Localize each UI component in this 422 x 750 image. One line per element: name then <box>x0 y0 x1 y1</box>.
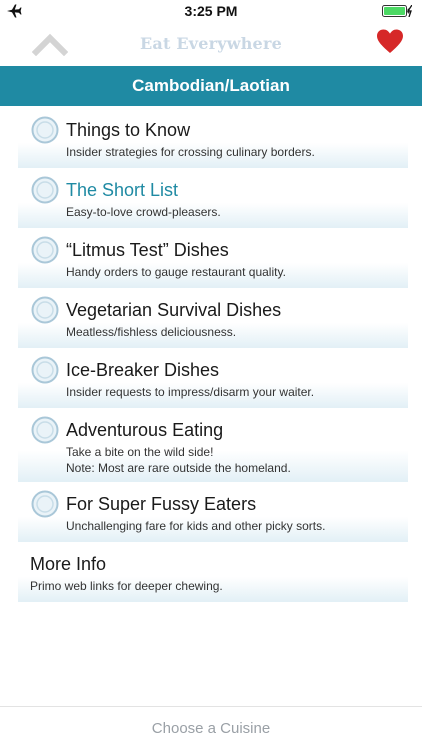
menu-item-subtitle: Take a bite on the wild side! Note: Most… <box>66 444 291 476</box>
navigation-bar: Eat Everywhere <box>0 22 422 66</box>
choose-cuisine-button[interactable]: Choose a Cuisine <box>0 706 422 750</box>
menu-item-label: “Litmus Test” Dishes <box>66 240 229 260</box>
menu-item-adventurous-eating[interactable]: Adventurous Eating Take a bite on the wi… <box>18 412 408 482</box>
battery-charging-icon <box>382 5 412 17</box>
menu-item-subtitle: Handy orders to gauge restaurant quality… <box>66 265 286 279</box>
plate-icon <box>31 236 59 264</box>
plate-icon <box>31 296 59 324</box>
menu-item-more-info[interactable]: More Info Primo web links for deeper che… <box>18 546 408 602</box>
plate-icon <box>31 490 59 518</box>
menu-item-label: Ice-Breaker Dishes <box>66 360 220 380</box>
plate-icon <box>31 356 59 384</box>
section-header: Cambodian/Laotian <box>0 66 422 106</box>
menu-item-subtitle-line: Note: Most are rare outside the homeland… <box>66 461 291 475</box>
menu-item-subtitle-line: Take a bite on the wild side! <box>66 445 214 459</box>
plate-icon <box>31 416 59 444</box>
status-time: 3:25 PM <box>184 3 238 19</box>
menu-item-litmus-test-dishes[interactable]: “Litmus Test” Dishes Handy orders to gau… <box>18 232 408 288</box>
plate-icon <box>31 176 59 204</box>
menu-item-subtitle: Unchallenging fare for kids and other pi… <box>66 519 326 533</box>
menu-item-subtitle: Insider requests to impress/disarm your … <box>66 385 315 399</box>
menu-item-subtitle: Meatless/fishless deliciousness. <box>66 325 237 339</box>
menu-item-label: Things to Know <box>66 120 191 140</box>
menu-item-vegetarian-survival-dishes[interactable]: Vegetarian Survival Dishes Meatless/fish… <box>18 292 408 348</box>
menu-item-the-short-list[interactable]: The Short List Easy-to-love crowd-please… <box>18 172 408 228</box>
app-title: Eat Everywhere <box>140 34 282 53</box>
menu-item-label: Vegetarian Survival Dishes <box>66 300 282 320</box>
menu-item-label: More Info <box>30 554 107 574</box>
menu-item-things-to-know[interactable]: Things to Know Insider strategies for cr… <box>18 112 408 168</box>
heart-icon[interactable] <box>376 28 404 56</box>
menu-item-label: For Super Fussy Eaters <box>66 494 257 514</box>
menu-item-label: The Short List <box>66 180 179 200</box>
menu-item-ice-breaker-dishes[interactable]: Ice-Breaker Dishes Insider requests to i… <box>18 352 408 408</box>
status-bar: 3:25 PM <box>0 0 422 22</box>
menu-item-subtitle: Easy-to-love crowd-pleasers. <box>66 205 221 219</box>
menu-item-for-super-fussy-eaters[interactable]: For Super Fussy Eaters Unchallenging far… <box>18 486 408 542</box>
menu-item-label: Adventurous Eating <box>66 420 224 440</box>
menu-item-subtitle: Insider strategies for crossing culinary… <box>66 145 315 159</box>
plate-icon <box>31 116 59 144</box>
menu-item-subtitle: Primo web links for deeper chewing. <box>30 579 223 593</box>
